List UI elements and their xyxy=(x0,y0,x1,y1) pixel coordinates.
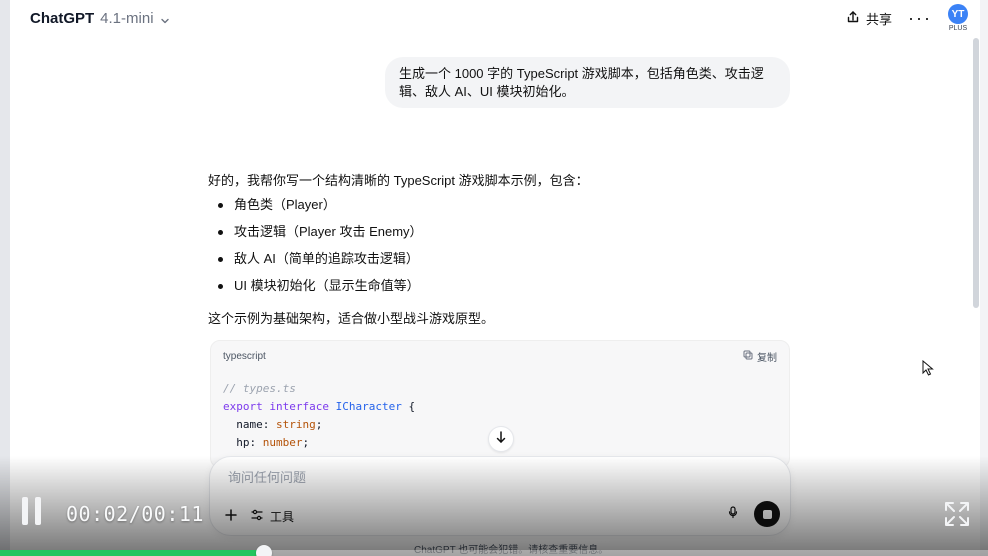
code-keyword-export: export xyxy=(223,400,263,413)
list-item: UI 模块初始化（显示生命值等） xyxy=(208,277,791,304)
vertical-scrollbar[interactable] xyxy=(973,38,979,308)
chatgpt-screen: ChatGPT 4.1-mini 共享 ··· YT PLUS 生成一个 100… xyxy=(0,0,988,556)
code-open-brace: { xyxy=(401,400,416,413)
code-colon: : xyxy=(249,436,263,449)
code-language: typescript xyxy=(223,351,266,362)
microphone-icon xyxy=(726,505,740,523)
assistant-intro: 好的，我帮你写一个结构清晰的 TypeScript 游戏脚本示例，包含： xyxy=(208,173,589,188)
code-type-string: string xyxy=(276,418,316,431)
composer-left-actions: 工具 xyxy=(224,508,294,525)
tools-button[interactable]: 工具 xyxy=(250,508,294,525)
code-prop-hp: hp xyxy=(236,436,250,449)
list-item: 敌人 AI（简单的追踪攻击逻辑） xyxy=(208,250,791,277)
scroll-to-bottom-button[interactable] xyxy=(488,426,514,452)
list-item: 角色类（Player） xyxy=(208,196,791,223)
copy-code-button[interactable]: 复制 xyxy=(743,349,777,364)
video-progress-fill xyxy=(0,550,264,556)
pause-button[interactable] xyxy=(22,497,44,525)
more-options-button[interactable]: ··· xyxy=(908,9,932,27)
assistant-message: 好的，我帮你写一个结构清晰的 TypeScript 游戏脚本示例，包含： 角色类… xyxy=(208,172,791,338)
left-edge xyxy=(0,0,10,556)
plus-icon xyxy=(224,509,238,525)
model-name: ChatGPT xyxy=(30,9,95,27)
share-icon xyxy=(846,10,860,27)
code-semicolon: ; xyxy=(302,436,310,449)
stop-generating-button[interactable] xyxy=(754,501,780,527)
message-input[interactable] xyxy=(226,469,750,486)
code-type-number: number xyxy=(262,436,303,449)
arrow-down-icon xyxy=(494,430,508,449)
pause-bar xyxy=(22,497,28,525)
top-actions: 共享 ··· YT PLUS xyxy=(846,4,968,32)
time-display: 00:02/00:11 xyxy=(66,502,204,526)
right-edge xyxy=(980,0,988,556)
assistant-outro: 这个示例为基础架构，适合做小型战斗游戏原型。 xyxy=(208,311,495,326)
code-header: typescript 复制 xyxy=(211,341,789,372)
top-bar: ChatGPT 4.1-mini 共享 ··· YT PLUS xyxy=(10,0,980,36)
code-comment: // types.ts xyxy=(223,382,296,395)
model-version: 4.1-mini xyxy=(100,9,154,27)
assistant-bullets: 角色类（Player） 攻击逻辑（Player 攻击 Enemy） 敌人 AI（… xyxy=(208,196,791,304)
model-selector[interactable]: ChatGPT 4.1-mini xyxy=(30,10,170,27)
message-composer: 工具 xyxy=(209,456,791,536)
share-label: 共享 xyxy=(866,11,893,27)
fullscreen-button[interactable] xyxy=(943,500,971,528)
plan-badge: PLUS xyxy=(948,25,968,32)
account-avatar[interactable]: YT PLUS xyxy=(948,4,968,32)
code-keyword-interface: interface xyxy=(269,400,329,413)
stop-icon xyxy=(762,509,772,519)
code-prop-name: name xyxy=(236,418,263,431)
chevron-down-icon xyxy=(160,13,170,24)
add-attachment-button[interactable] xyxy=(224,508,238,525)
share-button[interactable]: 共享 xyxy=(846,9,892,28)
footer-disclaimer: ChatGPT 也可能会犯错。请核查重要信息。 xyxy=(412,540,611,556)
code-interface-name: ICharacter xyxy=(335,400,402,413)
video-progress-thumb[interactable] xyxy=(256,545,272,556)
sliders-icon xyxy=(250,508,264,525)
list-item: 攻击逻辑（Player 攻击 Enemy） xyxy=(208,223,791,250)
code-semicolon: ; xyxy=(315,418,323,431)
fullscreen-icon xyxy=(943,502,971,532)
user-message: 生成一个 1000 字的 TypeScript 游戏脚本，包括角色类、攻击逻辑、… xyxy=(385,57,790,108)
copy-icon xyxy=(743,350,753,363)
microphone-button[interactable] xyxy=(726,505,740,524)
pause-bar xyxy=(35,497,41,525)
mouse-cursor-icon xyxy=(922,359,934,376)
copy-label: 复制 xyxy=(757,353,777,364)
composer-right-actions xyxy=(726,501,780,527)
tools-label: 工具 xyxy=(270,510,295,524)
avatar: YT xyxy=(948,4,968,24)
code-colon: : xyxy=(262,418,276,431)
